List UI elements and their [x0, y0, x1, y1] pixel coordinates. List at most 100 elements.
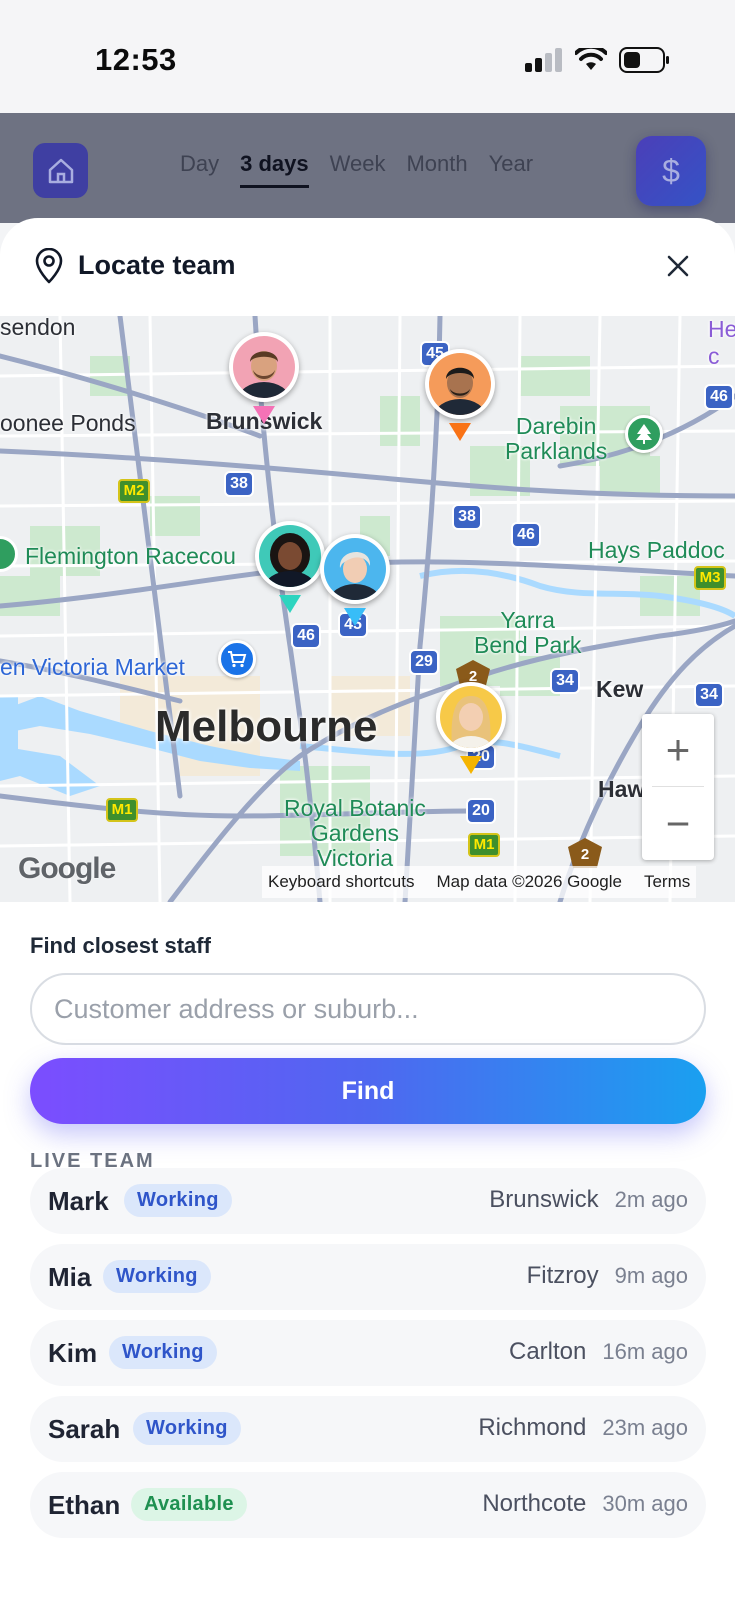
route-shield: 34 — [550, 668, 580, 694]
row-meta: Fitzroy 9m ago — [527, 1262, 688, 1290]
member-name: Ethan — [48, 1490, 121, 1520]
member-last-seen: 16m ago — [602, 1339, 688, 1364]
map-label-darebin: Darebin Parklands — [505, 413, 608, 464]
map-label-moonee-ponds: oonee Ponds — [0, 410, 136, 436]
zoom-divider — [652, 786, 704, 787]
route-shield: 38 — [452, 504, 482, 530]
team-map[interactable]: sendon oonee Ponds Brunswick Darebin Par… — [0, 316, 735, 902]
avatar-sarah — [440, 686, 502, 748]
map-label-melbourne: Melbourne — [155, 702, 378, 751]
range-tabs: Day 3 days Week Month Year — [180, 151, 533, 188]
map-label-heidelberg: He c — [708, 316, 735, 369]
plus-icon: + — [665, 726, 691, 773]
tab-week[interactable]: Week — [330, 151, 386, 188]
map-label-botanic: Royal Botanic Gardens Victoria — [284, 795, 426, 871]
marker-sarah[interactable] — [436, 682, 506, 778]
terms-link[interactable]: Terms — [644, 872, 690, 892]
marker-kim-tip — [344, 608, 366, 626]
team-row-mia[interactable]: Mia Working Fitzroy 9m ago — [30, 1244, 706, 1310]
member-name: Kim — [48, 1338, 98, 1368]
minus-icon: − — [665, 800, 691, 847]
sheet-title: Locate team — [78, 250, 236, 280]
route-shield: 29 — [409, 649, 439, 675]
status-bar: 12:53 — [0, 0, 735, 113]
row-meta: Richmond 23m ago — [478, 1414, 688, 1442]
map-label-hays: Hays Paddoc — [588, 537, 725, 563]
member-name: Sarah — [48, 1414, 121, 1444]
tab-3-days[interactable]: 3 days — [240, 151, 309, 188]
team-row-mark[interactable]: Mark Working Brunswick 2m ago — [30, 1168, 706, 1234]
avatar-mia — [259, 525, 321, 587]
customer-address-input[interactable] — [30, 973, 706, 1045]
status-time: 12:53 — [95, 42, 177, 77]
member-name: Mia — [48, 1262, 92, 1292]
tab-day[interactable]: Day — [180, 151, 219, 188]
marker-ethan[interactable] — [425, 349, 495, 445]
home-icon — [48, 158, 73, 183]
member-last-seen: 23m ago — [602, 1415, 688, 1440]
member-location: Carlton — [509, 1338, 587, 1365]
zoom-controls: + − — [642, 714, 714, 860]
team-row-ethan[interactable]: Ethan Available Northcote 30m ago — [30, 1472, 706, 1538]
member-name: Mark — [48, 1186, 109, 1216]
map-label-yarra: Yarra Bend Park — [474, 607, 582, 658]
motorway-shield: M2 — [118, 479, 150, 503]
park-tree-icon — [625, 415, 663, 453]
shopping-cart-icon — [218, 640, 256, 678]
wifi-icon — [575, 48, 607, 70]
status-badge: Working — [124, 1184, 232, 1217]
keyboard-shortcuts-link[interactable]: Keyboard shortcuts — [268, 872, 414, 892]
tab-year[interactable]: Year — [489, 151, 533, 188]
marker-sarah-tip — [460, 756, 482, 774]
avatar-kim — [324, 538, 386, 600]
route-shield: 46 — [704, 384, 734, 410]
map-label-hawthorn: Haw — [598, 776, 646, 802]
team-row-sarah[interactable]: Sarah Working Richmond 23m ago — [30, 1396, 706, 1462]
status-badge: Working — [109, 1336, 217, 1369]
dollar-button[interactable]: $ — [636, 136, 706, 206]
member-last-seen: 9m ago — [614, 1263, 688, 1288]
marker-kim[interactable] — [320, 534, 390, 630]
motorway-shield: M3 — [694, 566, 726, 590]
app-header: Day 3 days Week Month Year $ — [0, 113, 735, 223]
motorway-shield: M1 — [106, 798, 138, 822]
avatar-mark — [233, 336, 295, 398]
home-button[interactable] — [33, 143, 88, 198]
zoom-in-button[interactable]: + — [642, 714, 714, 786]
find-button[interactable]: Find — [30, 1058, 706, 1124]
google-logo: Google — [18, 852, 116, 885]
map-label-flemington: Flemington Racecou — [25, 543, 236, 569]
member-location: Brunswick — [489, 1186, 599, 1213]
member-location: Northcote — [482, 1490, 587, 1517]
close-icon — [667, 255, 689, 277]
tab-month[interactable]: Month — [406, 151, 467, 188]
route-shield: 20 — [466, 798, 496, 824]
row-meta: Carlton 16m ago — [509, 1338, 688, 1366]
member-location: Richmond — [478, 1414, 587, 1441]
marker-mark[interactable] — [229, 332, 299, 428]
route-shield: 46 — [511, 522, 541, 548]
member-last-seen: 30m ago — [602, 1491, 688, 1516]
marker-mark-tip — [253, 406, 275, 424]
signal-icon — [525, 48, 562, 72]
map-label-market: en Victoria Market — [0, 654, 185, 680]
dollar-icon: $ — [662, 152, 680, 189]
marker-ethan-tip — [449, 423, 471, 441]
find-closest-label: Find closest staff — [30, 933, 211, 958]
avatar-ethan — [429, 353, 491, 415]
status-icons — [525, 44, 671, 76]
motorway-shield: M1 — [468, 833, 500, 857]
zoom-out-button[interactable]: − — [642, 788, 714, 860]
map-data-text: Map data ©2026 Google — [436, 872, 622, 891]
member-last-seen: 2m ago — [614, 1187, 688, 1212]
locate-team-sheet: Locate team sendon oonee Ponds Brunswick… — [0, 218, 735, 1600]
status-badge: Working — [133, 1412, 241, 1445]
row-meta: Northcote 30m ago — [482, 1490, 688, 1518]
row-meta: Brunswick 2m ago — [489, 1186, 688, 1214]
close-button[interactable] — [663, 251, 693, 281]
marker-mia[interactable] — [255, 521, 325, 617]
sheet-header: Locate team — [0, 218, 735, 316]
map-label-essendon: sendon — [0, 316, 76, 340]
team-row-kim[interactable]: Kim Working Carlton 16m ago — [30, 1320, 706, 1386]
status-badge: Working — [103, 1260, 211, 1293]
